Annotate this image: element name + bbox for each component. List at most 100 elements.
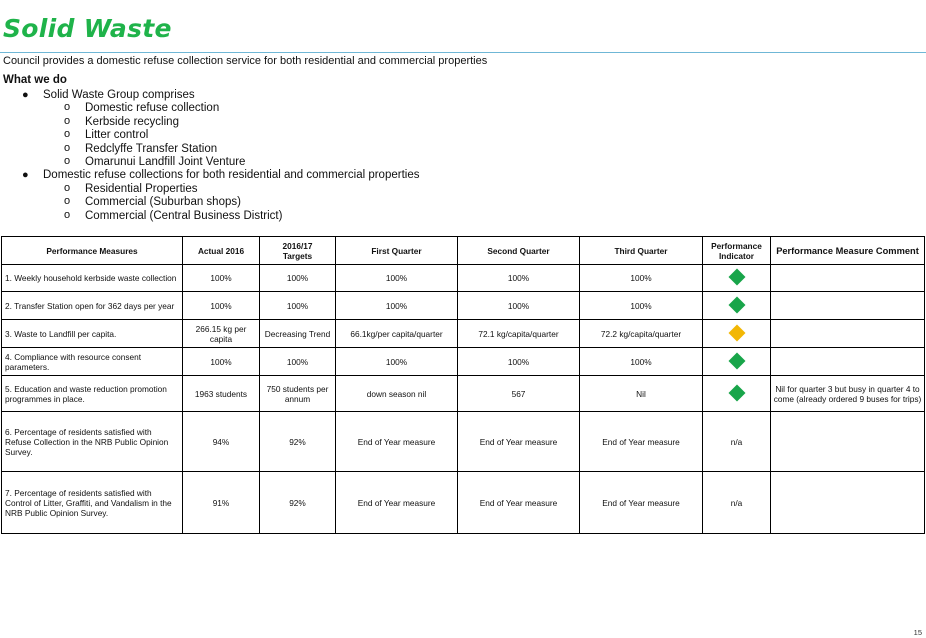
what-we-do-heading: What we do: [3, 74, 67, 86]
indicator-cell: [702, 291, 771, 320]
q2-cell: 72.1 kg/capita/quarter: [457, 319, 580, 348]
outline-subitem: o Redclyffe Transfer Station: [64, 141, 218, 155]
q1-cell: 100%: [335, 291, 458, 320]
outline-subitem: o Residential Properties: [64, 181, 198, 195]
q1-cell: End of Year measure: [335, 411, 458, 472]
q3-cell: End of Year measure: [579, 471, 703, 534]
q3-cell: Nil: [579, 375, 703, 412]
table-row: 6. Percentage of residents satisfied wit…: [1, 411, 925, 472]
green-diamond-icon: [728, 352, 745, 369]
q2-cell: End of Year measure: [457, 471, 580, 534]
q1-cell: 66.1kg/per capita/quarter: [335, 319, 458, 348]
page-number: 15: [913, 628, 922, 637]
header-performance-measures: Performance Measures: [1, 236, 183, 265]
q2-cell: 100%: [457, 347, 580, 376]
green-diamond-icon: [728, 296, 745, 313]
green-diamond-icon: [728, 268, 745, 286]
bullet-icon: ●: [22, 89, 29, 101]
header-first-quarter: First Quarter: [335, 236, 458, 265]
table-row: 2. Transfer Station open for 362 days pe…: [1, 291, 925, 320]
outline-subitem: o Domestic refuse collection: [64, 101, 220, 115]
measure-cell: 4. Compliance with resource consent para…: [1, 347, 183, 376]
header-second-quarter: Second Quarter: [457, 236, 580, 265]
circle-bullet-icon: o: [64, 195, 71, 208]
q1-cell: 100%: [335, 264, 458, 292]
table-row: 1. Weekly household kerbside waste colle…: [1, 264, 925, 292]
circle-bullet-icon: o: [64, 141, 71, 154]
q2-cell: 100%: [457, 264, 580, 292]
outline-subitem: o Litter control: [64, 128, 149, 142]
q3-cell: 72.2 kg/capita/quarter: [579, 319, 703, 348]
circle-bullet-icon: o: [64, 181, 71, 194]
actual-cell: 91%: [182, 471, 260, 534]
outline-subitem: o Omarunui Landfill Joint Venture: [64, 155, 246, 169]
q3-cell: 100%: [579, 291, 703, 320]
indicator-cell: n/a: [702, 411, 771, 472]
measure-cell: 3. Waste to Landfill per capita.: [1, 319, 183, 348]
q3-cell: End of Year measure: [579, 411, 703, 472]
circle-bullet-icon: o: [64, 155, 71, 168]
header-third-quarter: Third Quarter: [579, 236, 703, 265]
header-actual-2016: Actual 2016: [182, 236, 260, 265]
actual-cell: 100%: [182, 291, 260, 320]
actual-cell: 266.15 kg per capita: [182, 319, 260, 348]
indicator-cell: [702, 319, 771, 348]
measure-cell: 1. Weekly household kerbside waste colle…: [1, 264, 183, 292]
actual-cell: 94%: [182, 411, 260, 472]
target-cell: 92%: [259, 411, 336, 472]
outline-item: ● Domestic refuse collections for both re…: [22, 169, 420, 182]
circle-bullet-icon: o: [64, 114, 71, 127]
q1-cell: End of Year measure: [335, 471, 458, 534]
table-row: 3. Waste to Landfill per capita. 266.15 …: [1, 319, 925, 348]
title-divider: [0, 52, 926, 53]
page-title: Solid Waste: [3, 14, 172, 43]
measure-cell: 7. Percentage of residents satisfied wit…: [1, 471, 183, 534]
target-cell: 100%: [259, 347, 336, 376]
comment-cell: [770, 319, 925, 348]
q2-cell: End of Year measure: [457, 411, 580, 472]
q3-cell: 100%: [579, 347, 703, 376]
measure-cell: 6. Percentage of residents satisfied wit…: [1, 411, 183, 472]
header-performance-indicator: Performance Indicator: [702, 236, 771, 265]
indicator-cell: [702, 264, 771, 292]
actual-cell: 1963 students: [182, 375, 260, 412]
q1-cell: down season nil: [335, 375, 458, 412]
performance-measures-table: Performance Measures Actual 2016 2016/17…: [1, 236, 925, 534]
target-cell: 92%: [259, 471, 336, 534]
amber-diamond-icon: [728, 324, 745, 341]
indicator-cell: [702, 375, 771, 412]
circle-bullet-icon: o: [64, 208, 71, 221]
table-row: 7. Percentage of residents satisfied wit…: [1, 471, 925, 534]
measure-cell: 5. Education and waste reduction promoti…: [1, 375, 183, 412]
q1-cell: 100%: [335, 347, 458, 376]
measure-cell: 2. Transfer Station open for 362 days pe…: [1, 291, 183, 320]
comment-cell: [770, 291, 925, 320]
q2-cell: 100%: [457, 291, 580, 320]
comment-cell: [770, 411, 925, 472]
outline-item: ● Solid Waste Group comprises: [22, 89, 195, 101]
indicator-cell: [702, 347, 771, 376]
actual-cell: 100%: [182, 264, 260, 292]
circle-bullet-icon: o: [64, 101, 71, 114]
circle-bullet-icon: o: [64, 128, 71, 141]
comment-cell: [770, 347, 925, 376]
actual-cell: 100%: [182, 347, 260, 376]
outline-subitem: o Commercial (Suburban shops): [64, 195, 241, 209]
target-cell: 750 students per annum: [259, 375, 336, 412]
target-cell: 100%: [259, 291, 336, 320]
q3-cell: 100%: [579, 264, 703, 292]
comment-cell: [770, 264, 925, 292]
green-diamond-icon: [728, 384, 745, 401]
comment-cell: Nil for quarter 3 but busy in quarter 4 …: [770, 375, 925, 412]
header-targets: 2016/17 Targets: [259, 236, 336, 265]
service-outline: ● Solid Waste Group comprises o Domestic r…: [0, 89, 419, 223]
comment-cell: [770, 471, 925, 534]
indicator-cell: n/a: [702, 471, 771, 534]
table-row: 4. Compliance with resource consent para…: [1, 347, 925, 376]
target-cell: Decreasing Trend: [259, 319, 336, 348]
intro-text: Council provides a domestic refuse colle…: [3, 55, 488, 67]
table-header-row: Performance Measures Actual 2016 2016/17…: [1, 236, 925, 265]
q2-cell: 567: [457, 375, 580, 412]
bullet-icon: ●: [22, 169, 29, 182]
header-performance-measure-comment: Performance Measure Comment: [770, 236, 925, 265]
